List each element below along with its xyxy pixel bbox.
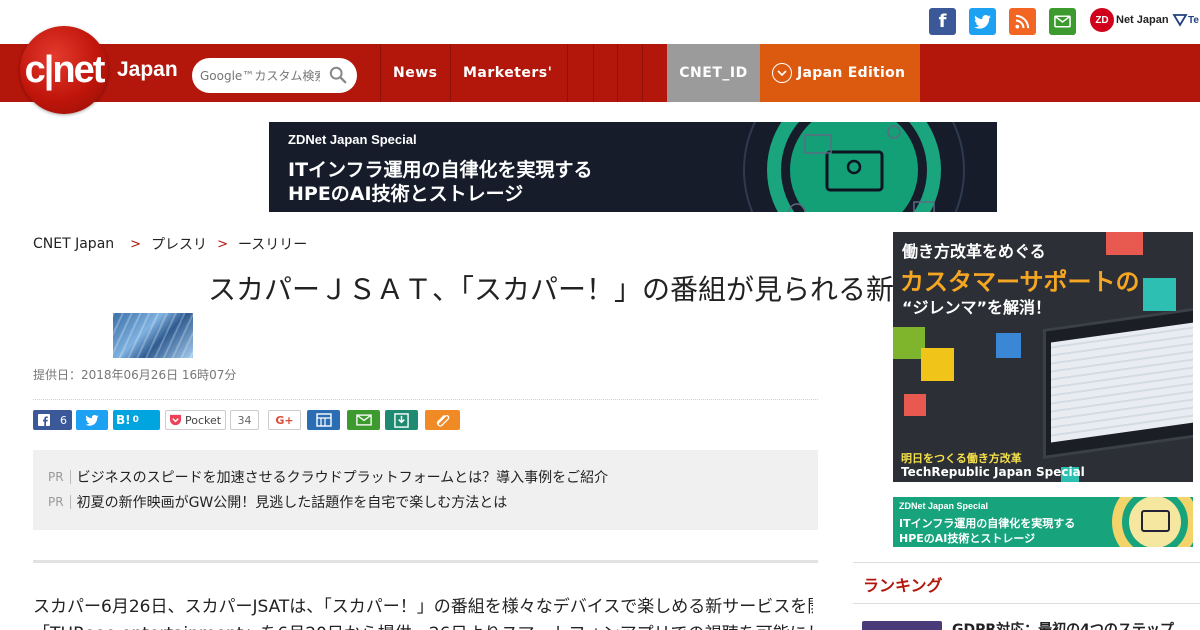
article-body-line: 「THReee entertainment」を6月20日から提供、26日よりスマ… [33,619,813,630]
page-title: スカパーＪＳＡＴ、「スカパー！」の番組が見られる新サービス [208,273,1007,306]
edition-label: Japan Edition [797,65,906,81]
pr-tag: PR [48,495,71,509]
banner-graphic [1112,497,1193,547]
pocket-icon [169,414,182,426]
ad-highlight: カスタマーサポートの [900,268,1140,296]
dashboard-screen [1051,321,1193,443]
nav-divider [642,44,643,102]
sidebar-ad[interactable]: 働き方改革をめぐる カスタマーサポートの “ジレンマ”を解消！ 明日をつくる働き… [893,232,1193,482]
rss-icon[interactable] [1009,8,1036,35]
decor-block [1143,278,1176,311]
ad-subheadline: “ジレンマ”を解消！ [902,298,1052,317]
ranking-heading: ランキング [863,576,943,595]
section-divider [33,560,818,563]
hatena-count: 0 [132,415,139,425]
breadcrumb: CNET Japan > プレスリ > ースリリー [33,234,307,254]
ad-footer-brand: TechRepublic Japan Special [901,465,1085,479]
pr-link-text[interactable]: ビジネスのスピードを加速させるクラウドプラットフォームとは？導入事例をご紹介 [77,467,609,487]
techrepublic-icon [1172,14,1188,27]
cnet-japan-label[interactable]: Japan [117,58,178,82]
decor-block [904,394,926,416]
techrepublic-logo[interactable]: Te [1172,8,1199,32]
zdnet-badge: ZD [1090,8,1114,32]
zdnet-name: Net Japan [1116,14,1169,26]
cnet-id-button[interactable]: CNET_ID [667,44,760,102]
ad-footer-tagline: 明日をつくる働き方改革 [901,452,1022,465]
search-icon[interactable] [329,66,347,84]
search-input[interactable] [200,68,320,83]
email-share-button[interactable] [347,410,380,430]
pr-item[interactable]: PR 初夏の新作映画がGW公開！見逃した話題作を自宅で楽しむ方法とは [48,492,507,512]
pr-tag: PR [48,470,71,484]
twitter-share-button[interactable] [76,410,108,430]
thumbnail-texture [113,313,193,358]
ranking-divider [853,603,1200,604]
hatena-bookmark-button[interactable]: B! 0 [113,410,160,430]
clip-button[interactable] [425,410,460,430]
download-icon [394,412,409,428]
nav-item-marketers[interactable]: Marketers' [463,44,552,102]
sidebar-ad-small[interactable]: ZDNet Japan Special ITインフラ運用の自律化を実現する HP… [893,497,1193,547]
breadcrumb-item[interactable]: ースリリー [238,234,307,254]
cnet-logo[interactable]: c|net [20,26,108,114]
pocket-button[interactable]: Pocket [165,410,226,430]
ranking-thumbnail[interactable] [862,621,942,630]
japan-edition-button[interactable]: Japan Edition [760,44,920,102]
facebook-share-count: 6 [60,413,67,427]
ad-headline: 働き方改革をめぐる [902,242,1046,261]
banner-subheadline: HPEのAI技術とストレージ [288,183,524,205]
search-box [192,58,357,93]
facebook-icon[interactable]: f [929,8,956,35]
ad-headline: ITインフラ運用の自律化を実現する [899,517,1076,530]
top-banner-ad[interactable]: ZDNet Japan Special ITインフラ運用の自律化を実現する HP… [269,122,997,212]
save-button[interactable] [385,410,418,430]
ad-small-text: ZDNet Japan Special [899,501,989,511]
paperclip-icon [436,414,450,427]
chevron-down-icon [772,63,792,83]
zdnet-logo[interactable]: ZD Net Japan [1090,8,1169,32]
facebook-icon [38,414,50,426]
twitter-icon [85,414,99,426]
nav-divider [593,44,594,102]
banner-headline: ITインフラ運用の自律化を実現する [288,159,593,181]
nav-item-news[interactable]: News [393,44,437,102]
breadcrumb-item[interactable]: プレスリ [151,234,207,254]
nav-divider [567,44,568,102]
mail-icon [355,414,372,426]
decor-block [996,333,1021,358]
pr-link-text[interactable]: 初夏の新作映画がGW公開！見逃した話題作を自宅で楽しむ方法とは [77,492,508,512]
techrepublic-name: Te [1188,14,1199,26]
google-plus-button[interactable]: G+ [268,410,301,430]
nav-divider [380,44,381,102]
decor-block [1106,232,1143,255]
social-strip: f ZD Net Japan Te [0,0,1200,44]
banner-graphic [743,122,965,212]
decor-block [921,348,954,381]
facebook-share-button[interactable]: 6 [33,410,72,430]
pocket-label: Pocket [185,413,222,427]
breadcrumb-separator: > [217,236,228,252]
main-nav-bar [0,44,1200,102]
nav-divider [450,44,451,102]
breadcrumb-item[interactable]: CNET Japan [33,236,114,252]
twitter-icon[interactable] [969,8,996,35]
pr-item[interactable]: PR ビジネスのスピードを加速させるクラウドプラットフォームとは？導入事例をご紹… [48,467,608,487]
publish-date: 提供日：2018年06月26日 16時07分 [33,368,237,382]
breadcrumb-separator: > [130,236,142,252]
banner-small-text: ZDNet Japan Special [288,132,417,147]
ad-subheadline: HPEのAI技術とストレージ [899,532,1036,545]
print-icon [315,413,332,427]
print-button[interactable] [307,410,340,430]
nav-divider [617,44,618,102]
pr-box: PR ビジネスのスピードを加速させるクラウドプラットフォームとは？導入事例をご紹… [33,450,818,530]
article-body-line: スカパー6月26日、スカパーJSATは、「スカパー！」の番組を様々なデバイスで楽… [33,597,813,617]
mail-icon[interactable] [1049,8,1076,35]
ranking-item[interactable]: GDPR対応：最初の4つのステップ [952,619,1174,630]
hatena-label: B! [116,413,131,427]
divider [33,399,818,400]
pocket-count: 34 [230,410,259,430]
